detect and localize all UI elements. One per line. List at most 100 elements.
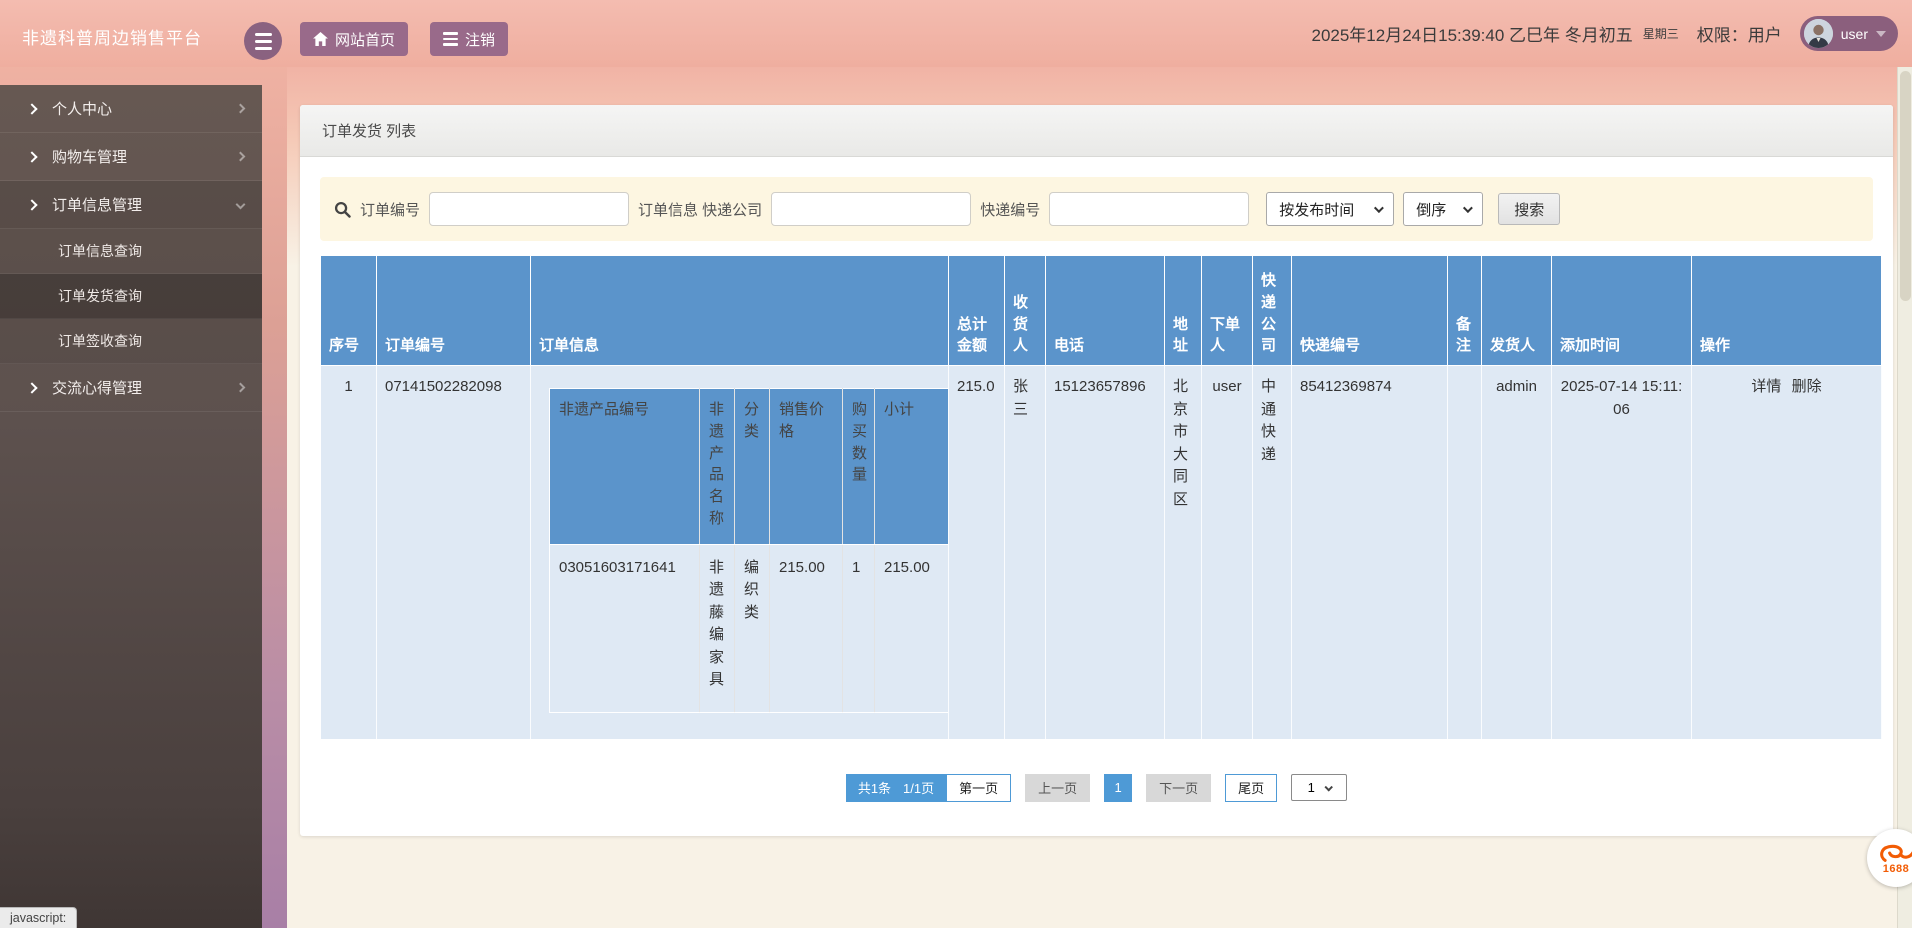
cell-buyer: user [1202, 366, 1253, 740]
cell-tracking: 85412369874 [1292, 366, 1448, 740]
cell-shipper: admin [1482, 366, 1552, 740]
sort-field-select[interactable]: 按发布时间 [1266, 192, 1394, 226]
panel-header: 订单发货 列表 [300, 105, 1893, 157]
logout-button[interactable]: 注销 [430, 22, 508, 56]
scrollbar-thumb[interactable] [1900, 71, 1911, 301]
sidebar-item-order-info-management[interactable]: 订单信息管理 [0, 181, 262, 229]
datetime-text: 2025年12月24日15:39:40 乙巳年 冬月初五 [1311, 21, 1632, 46]
user-menu[interactable]: user [1800, 16, 1898, 51]
delete-link[interactable]: 删除 [1792, 378, 1822, 395]
ncell-subtotal: 215.00 [875, 544, 948, 712]
col-remark: 备注 [1448, 256, 1482, 366]
chevron-right-icon [26, 199, 37, 210]
ncol-price: 销售价格 [770, 389, 843, 545]
caret-down-icon [1876, 31, 1886, 37]
order-no-input[interactable] [429, 192, 629, 226]
col-index: 序号 [321, 256, 377, 366]
top-bar: 网站首页 注销 2025年12月24日15:39:40 乙巳年 冬月初五 星期三… [0, 0, 1912, 67]
panel-body: 订单编号 订单信息 快递公司 快递编号 按发布时间 倒序 搜索 [300, 157, 1893, 836]
sidebar-subitem-order-receipt-query[interactable]: 订单签收查询 [0, 319, 262, 364]
table-header-row: 序号 订单编号 订单信息 总计金额 收货人 电话 地址 下单人 快递公司 快递编… [321, 256, 1882, 366]
last-page-button[interactable]: 尾页 [1225, 774, 1277, 802]
ncol-product-name: 非遗产品名称 [700, 389, 735, 545]
home-icon [313, 32, 328, 46]
col-tracking: 快递编号 [1292, 256, 1448, 366]
tracking-no-input[interactable] [1049, 192, 1249, 226]
top-nav: 网站首页 注销 [300, 22, 508, 56]
search-button[interactable]: 搜索 [1498, 193, 1560, 225]
pagination: 共1条 1/1页 第一页 上一页 1 下一页 尾页 1 [320, 774, 1873, 802]
sidebar-item-exchange-management[interactable]: 交流心得管理 [0, 364, 262, 412]
courier-company-input[interactable] [771, 192, 971, 226]
ncol-subtotal: 小计 [875, 389, 948, 545]
ncell-product-name: 非遗藤编家具 [700, 544, 735, 712]
first-page-button[interactable]: 第一页 [946, 774, 1011, 802]
chevron-down-icon [1324, 783, 1332, 791]
chevron-right-icon [236, 383, 246, 393]
logo-1688-label: 1688 [1883, 863, 1909, 875]
ncell-quantity: 1 [843, 544, 875, 712]
prev-page-button[interactable]: 上一页 [1025, 774, 1090, 802]
sidebar-item-label: 购物车管理 [52, 146, 127, 167]
sort-order-select[interactable]: 倒序 [1403, 192, 1483, 226]
cell-order-info: 非遗产品编号 非遗产品名称 分类 销售价格 购买数量 小计 [531, 366, 949, 740]
order-shipping-panel: 订单发货 列表 订单编号 订单信息 快递公司 快递编号 按发布时间 [300, 105, 1893, 836]
table-row: 1 07141502282098 [321, 366, 1882, 740]
ncell-product-no: 03051603171641 [550, 544, 700, 712]
sidebar-subitem-order-info-query[interactable]: 订单信息查询 [0, 229, 262, 274]
ncol-product-no: 非遗产品编号 [550, 389, 700, 545]
chevron-right-icon [26, 382, 37, 393]
logo-1688[interactable]: 1688 [1867, 829, 1912, 887]
col-phone: 电话 [1046, 256, 1165, 366]
col-receiver: 收货人 [1005, 256, 1046, 366]
search-icon [334, 201, 351, 218]
home-button[interactable]: 网站首页 [300, 22, 408, 56]
cell-total: 215.0 [949, 366, 1005, 740]
avatar [1804, 19, 1833, 48]
cell-index: 1 [321, 366, 377, 740]
next-page-button[interactable]: 下一页 [1146, 774, 1211, 802]
col-total: 总计金额 [949, 256, 1005, 366]
app-logo-box: 非遗科普周边销售平台 [0, 0, 262, 85]
username-label: user [1841, 26, 1868, 42]
orders-table: 序号 订单编号 订单信息 总计金额 收货人 电话 地址 下单人 快递公司 快递编… [320, 255, 1882, 740]
sidebar-item-personal-center[interactable]: 个人中心 [0, 85, 262, 133]
col-added-time: 添加时间 [1552, 256, 1692, 366]
top-bar-right: 2025年12月24日15:39:40 乙巳年 冬月初五 星期三 权限：用户 u… [1311, 0, 1898, 67]
logout-button-label: 注销 [465, 29, 495, 50]
page: 网站首页 注销 2025年12月24日15:39:40 乙巳年 冬月初五 星期三… [0, 0, 1912, 928]
page-count: 1/1页 [903, 778, 934, 797]
main-content: 订单发货 列表 订单编号 订单信息 快递公司 快递编号 按发布时间 [287, 67, 1912, 928]
chevron-right-icon [236, 152, 246, 162]
sidebar-item-label: 订单信息管理 [52, 194, 142, 215]
cell-order-no: 07141502282098 [377, 366, 531, 740]
home-button-label: 网站首页 [335, 29, 395, 50]
ncell-price: 215.00 [770, 544, 843, 712]
sidebar-subitem-order-shipping-query[interactable]: 订单发货查询 [0, 274, 262, 319]
sidebar: 个人中心 购物车管理 订单信息管理 订单信息查询 订单发货查询 订单签收查询 交… [0, 85, 262, 928]
sidebar-item-label: 个人中心 [52, 98, 112, 119]
scrollbar[interactable] [1897, 67, 1912, 928]
sidebar-toggle-button[interactable] [244, 22, 282, 60]
chevron-right-icon [26, 103, 37, 114]
permission-text: 权限：用户 [1697, 21, 1782, 46]
col-order-no: 订单编号 [377, 256, 531, 366]
chevron-right-icon [26, 151, 37, 162]
current-page-button[interactable]: 1 [1104, 774, 1132, 802]
chevron-down-icon [236, 200, 246, 210]
page-jump-select[interactable]: 1 [1291, 774, 1347, 801]
search-bar: 订单编号 订单信息 快递公司 快递编号 按发布时间 倒序 搜索 [320, 177, 1873, 241]
detail-link[interactable]: 详情 [1751, 378, 1781, 395]
cell-actions: 详情 删除 [1692, 366, 1882, 740]
ncol-category: 分类 [735, 389, 770, 545]
nested-data-row: 03051603171641 非遗藤编家具 编织类 215.00 1 215.0… [550, 544, 948, 712]
col-buyer: 下单人 [1202, 256, 1253, 366]
page-title: 订单发货 列表 [322, 120, 416, 141]
weekday-text: 星期三 [1643, 25, 1679, 42]
ncell-category: 编织类 [735, 544, 770, 712]
chevron-down-icon [1463, 203, 1473, 213]
cell-added-time: 2025-07-14 15:11:06 [1552, 366, 1692, 740]
sidebar-item-cart-management[interactable]: 购物车管理 [0, 133, 262, 181]
chevron-right-icon [236, 104, 246, 114]
nested-header-row: 非遗产品编号 非遗产品名称 分类 销售价格 购买数量 小计 [550, 389, 948, 545]
